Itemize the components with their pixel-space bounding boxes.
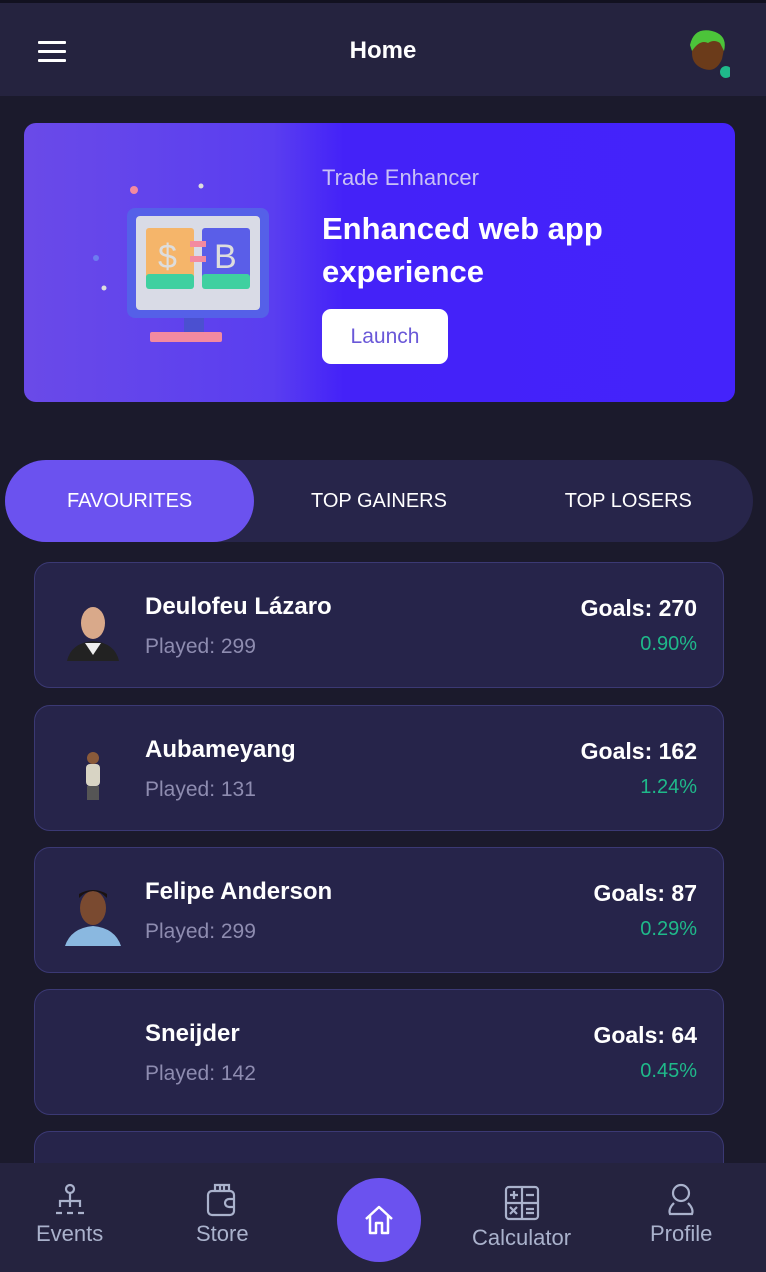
- player-card[interactable]: Sneijder Played: 142 Goals: 64 0.45%: [34, 989, 724, 1115]
- player-played: Played: 142: [145, 1062, 256, 1085]
- banner-title: Enhanced web app experience: [322, 211, 603, 289]
- calculator-icon: [504, 1185, 539, 1221]
- player-photo: [65, 890, 121, 946]
- home-icon: [365, 1205, 393, 1235]
- currency-exchange-illustration: $ B: [93, 183, 269, 342]
- nav-profile[interactable]: Profile: [650, 1183, 712, 1247]
- tab-bar: FAVOURITES TOP GAINERS TOP LOSERS: [5, 460, 753, 542]
- user-avatar[interactable]: [686, 29, 730, 79]
- player-goals: Goals: 270: [580, 595, 697, 621]
- player-played: Played: 299: [145, 635, 256, 658]
- player-goals: Goals: 87: [593, 880, 697, 906]
- player-name: Deulofeu Lázaro: [145, 593, 332, 620]
- bottom-nav: Events Store Calculator Profile: [0, 1163, 766, 1272]
- player-change: 0.29%: [640, 918, 697, 940]
- player-photo: [86, 752, 100, 800]
- svg-text:B: B: [214, 238, 237, 276]
- launch-button[interactable]: Launch: [322, 309, 448, 364]
- tab-favourites[interactable]: FAVOURITES: [5, 460, 255, 542]
- player-goals: Goals: 162: [580, 738, 697, 764]
- banner-subtitle: Trade Enhancer: [322, 165, 479, 190]
- player-photo: [67, 607, 119, 661]
- nav-label: Store: [196, 1221, 249, 1246]
- player-played: Played: 299: [145, 920, 256, 943]
- page-title: Home: [349, 37, 417, 64]
- hierarchy-icon: [55, 1183, 84, 1215]
- promo-banner: $ B Trade Enhancer Enhanced web app expe…: [24, 123, 735, 402]
- wallet-icon: [207, 1183, 236, 1217]
- user-icon: [668, 1183, 694, 1216]
- player-card[interactable]: Deulofeu Lázaro Played: 299 Goals: 270 0…: [34, 562, 724, 688]
- player-name: Felipe Anderson: [145, 878, 333, 905]
- tab-top-gainers[interactable]: TOP GAINERS: [254, 460, 503, 542]
- player-card[interactable]: Aubameyang Played: 131 Goals: 162 1.24%: [34, 705, 724, 831]
- player-played: Played: 131: [145, 778, 256, 801]
- player-name: Sneijder: [145, 1020, 240, 1047]
- player-card[interactable]: Felipe Anderson Played: 299 Goals: 87 0.…: [34, 847, 724, 973]
- app-header: Home: [0, 3, 766, 96]
- nav-label: Profile: [650, 1221, 713, 1246]
- player-change: 0.90%: [640, 633, 697, 655]
- nav-calculator[interactable]: Calculator: [472, 1185, 571, 1251]
- player-change: 1.24%: [640, 776, 697, 798]
- player-goals: Goals: 64: [593, 1022, 697, 1048]
- nav-label: Calculator: [472, 1225, 572, 1250]
- nav-events[interactable]: Events: [36, 1183, 103, 1247]
- nav-store[interactable]: Store: [196, 1183, 249, 1247]
- svg-text:$: $: [158, 238, 177, 276]
- nav-home[interactable]: [337, 1178, 421, 1262]
- player-name: Aubameyang: [145, 736, 296, 763]
- player-change: 0.45%: [640, 1060, 697, 1082]
- nav-label: Events: [36, 1221, 104, 1246]
- tab-top-losers[interactable]: TOP LOSERS: [504, 460, 753, 542]
